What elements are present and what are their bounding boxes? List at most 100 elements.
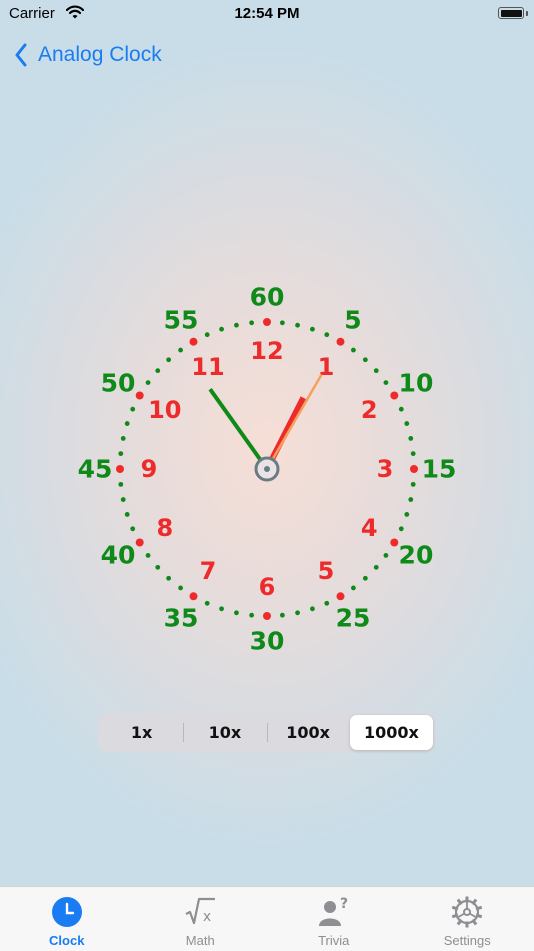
minute-number: 15	[422, 455, 457, 484]
minute-dot	[155, 565, 160, 570]
hour-dot	[337, 592, 345, 600]
tab-settings[interactable]: Settings	[401, 887, 534, 951]
minute-dot	[146, 553, 151, 558]
hour-dot	[410, 465, 418, 473]
hour-number: 9	[141, 455, 158, 483]
hour-number: 8	[156, 514, 173, 542]
minute-number: 20	[399, 541, 434, 570]
minute-dot	[125, 512, 130, 517]
person-question-icon: ?	[317, 895, 351, 929]
speed-option-1x[interactable]: 1x	[100, 715, 183, 750]
hour-dot	[136, 392, 144, 400]
clock-icon	[50, 895, 84, 929]
minute-dot	[404, 512, 409, 517]
minute-dot	[219, 327, 224, 332]
minute-dot	[118, 482, 123, 487]
minute-number: 5	[344, 306, 361, 335]
minute-dot	[234, 323, 239, 328]
tab-math[interactable]: x Math	[134, 887, 268, 951]
minute-number: 50	[101, 369, 136, 398]
square-root-icon: x	[183, 895, 217, 929]
minute-dot	[280, 320, 285, 325]
tab-clock[interactable]: Clock	[0, 887, 134, 951]
tab-bar: Clock x Math? TriviaSettings	[0, 886, 534, 951]
analog-clock: 60510152025303540455055 121234567891011	[0, 0, 534, 700]
minute-number: 25	[336, 603, 371, 632]
minute-dot	[363, 576, 368, 581]
minute-number: 60	[250, 283, 285, 312]
minute-dot	[351, 348, 356, 353]
minute-dot	[399, 407, 404, 412]
hour-dot	[263, 318, 271, 326]
tab-label: Trivia	[267, 933, 401, 948]
hour-number: 11	[191, 353, 224, 381]
hour-dot	[190, 592, 198, 600]
minute-dot	[178, 586, 183, 591]
minute-dot	[411, 482, 416, 487]
speed-segmented-control[interactable]: 1x10x100x1000x	[98, 713, 435, 752]
svg-text:?: ?	[340, 896, 348, 912]
minute-dot	[219, 606, 224, 611]
hour-dot	[190, 338, 198, 346]
gear-icon	[450, 895, 484, 929]
minute-dot	[324, 601, 329, 606]
minute-dot	[205, 601, 210, 606]
minute-dot	[324, 332, 329, 337]
hour-dot	[263, 612, 271, 620]
minute-dot	[234, 610, 239, 615]
minute-dot	[121, 497, 126, 502]
tab-label: Math	[134, 933, 268, 948]
minute-dot	[178, 348, 183, 353]
minute-dot	[146, 380, 151, 385]
minute-dot	[166, 357, 171, 362]
tab-trivia[interactable]: ? Trivia	[267, 887, 401, 951]
minute-dot	[121, 436, 126, 441]
speed-option-1000x[interactable]: 1000x	[350, 715, 433, 750]
minute-dot	[295, 610, 300, 615]
minute-dot	[310, 606, 315, 611]
minute-dot	[384, 553, 389, 558]
hour-number: 10	[148, 396, 181, 424]
minute-dot	[295, 323, 300, 328]
minute-dot	[408, 497, 413, 502]
svg-text:x: x	[203, 909, 211, 925]
speed-option-100x[interactable]: 100x	[267, 715, 350, 750]
minute-dot	[280, 613, 285, 618]
hour-number: 4	[361, 514, 378, 542]
minute-number: 30	[250, 627, 285, 656]
minute-number: 40	[101, 541, 136, 570]
minute-dot	[374, 565, 379, 570]
minute-dot	[205, 332, 210, 337]
hour-dot	[390, 392, 398, 400]
minute-dot	[399, 526, 404, 531]
tab-label: Settings	[401, 933, 534, 948]
minute-dot	[411, 451, 416, 456]
minute-dot	[249, 613, 254, 618]
hour-dot	[116, 465, 124, 473]
minute-dot	[404, 421, 409, 426]
minute-dot	[249, 320, 254, 325]
minute-dot	[374, 368, 379, 373]
minute-hand	[210, 389, 262, 462]
hour-dot	[337, 338, 345, 346]
minute-dot	[408, 436, 413, 441]
minute-number: 45	[78, 455, 113, 484]
minute-dot	[166, 576, 171, 581]
minute-dot	[130, 526, 135, 531]
hour-number: 6	[259, 573, 276, 601]
minute-dot	[130, 407, 135, 412]
minute-dot	[384, 380, 389, 385]
second-hand	[271, 375, 321, 462]
minute-dot	[363, 357, 368, 362]
hour-number: 12	[250, 337, 283, 365]
hour-number: 5	[318, 557, 335, 585]
speed-option-10x[interactable]: 10x	[183, 715, 266, 750]
minute-dot	[310, 327, 315, 332]
hour-number: 7	[200, 557, 217, 585]
hour-dot	[390, 539, 398, 547]
tab-label: Clock	[0, 933, 134, 948]
minute-number: 10	[399, 369, 434, 398]
minute-dot	[125, 421, 130, 426]
hour-dot	[136, 539, 144, 547]
hour-number: 3	[377, 455, 394, 483]
